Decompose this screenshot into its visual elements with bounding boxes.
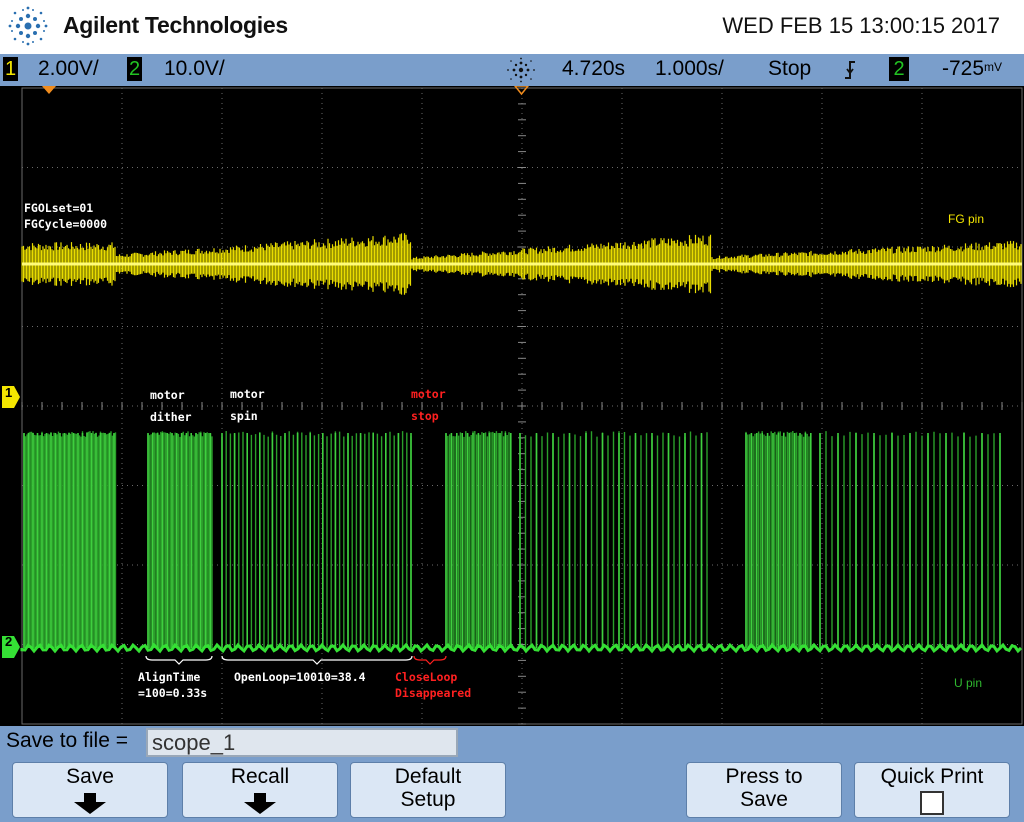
ch1-offset-marker[interactable] [42,86,56,94]
brand-name: Agilent Technologies [63,12,288,38]
down-arrow-icon [74,793,106,814]
ch1-indicator[interactable]: 1 [3,57,18,81]
falling-edge-icon [845,61,855,79]
u-pin-label: U pin [954,676,983,690]
trigger-level[interactable]: -725mV [942,57,1002,81]
save-softkey[interactable]: Save [12,762,168,818]
save-to-file-label: Save to file = [6,729,128,752]
ch2-indicator[interactable]: 2 [127,57,142,81]
default-setup-softkey[interactable]: Default Setup [350,762,506,818]
trigger-position-marker[interactable] [514,86,529,96]
fg-olset-label: FGOLset=01 [24,201,94,215]
save-softkey-label: Save [66,765,114,788]
fg-pin-label: FG pin [948,212,985,226]
waveform-canvas [2,86,1023,725]
motor-spin-label-1: motor [230,387,265,401]
motor-stop-label-2: stop [411,409,439,423]
run-state[interactable]: Stop [768,57,811,81]
ch2-scale[interactable]: 10.0V/ [164,57,225,81]
header-bar: Agilent Technologies WED FEB 15 13:00:15… [0,0,1024,54]
press-to-save-softkey[interactable]: Press to Save [686,762,842,818]
status-bar: 1 2.00V/ 2 10.0V/ 4.720s 1.000s/ Stop 2 … [0,54,1024,86]
motor-dither-label-1: motor [150,388,185,402]
quick-print-softkey[interactable]: Quick Print [854,762,1010,818]
default-setup-line2: Setup [400,788,456,811]
press-to-save-line1: Press to [725,765,803,788]
trigger-level-unit: mV [984,60,1003,74]
align-time-label-2: =100=0.33s [138,686,208,700]
align-time-label-1: AlignTime [138,670,201,684]
close-loop-label-2: Disappeared [395,686,472,700]
ch1-trace [21,233,1022,295]
date-time: WED FEB 15 13:00:15 2017 [722,13,1000,38]
ch1-marker-label: 1 [5,385,13,400]
press-to-save-line2: Save [740,788,788,811]
annotation-brackets [145,655,447,665]
ch2-marker-label: 2 [5,634,13,649]
softkey-panel: Save to file = scope_1 Save Recall Defau… [0,726,1024,822]
acquisition-spark-icon [507,57,535,83]
recall-softkey[interactable]: Recall [182,762,338,818]
recall-softkey-label: Recall [230,765,290,788]
checkbox-icon[interactable] [920,791,944,815]
down-arrow-icon [244,793,276,814]
agilent-spark-icon [8,6,48,46]
timebase-scale[interactable]: 1.000s/ [655,57,724,81]
close-loop-label-1: CloseLoop [395,670,458,684]
motor-stop-label-1: motor [411,387,446,401]
horizontal-delay[interactable]: 4.720s [562,57,625,81]
motor-spin-label-2: spin [230,409,258,423]
open-loop-label: OpenLoop=10010=38.4 [234,670,366,684]
default-setup-line1: Default [394,765,462,788]
filename-input[interactable]: scope_1 [146,728,458,757]
fg-cycle-label: FGCycle=0000 [24,217,108,231]
ch1-scale[interactable]: 2.00V/ [38,57,99,81]
trigger-source[interactable]: 2 [889,57,909,81]
quick-print-label: Quick Print [880,765,984,788]
waveform-display[interactable]: 1 2 FGOLset=01 FGCycle=0000 FG pin U pin… [0,86,1024,726]
motor-dither-label-2: dither [150,410,192,424]
